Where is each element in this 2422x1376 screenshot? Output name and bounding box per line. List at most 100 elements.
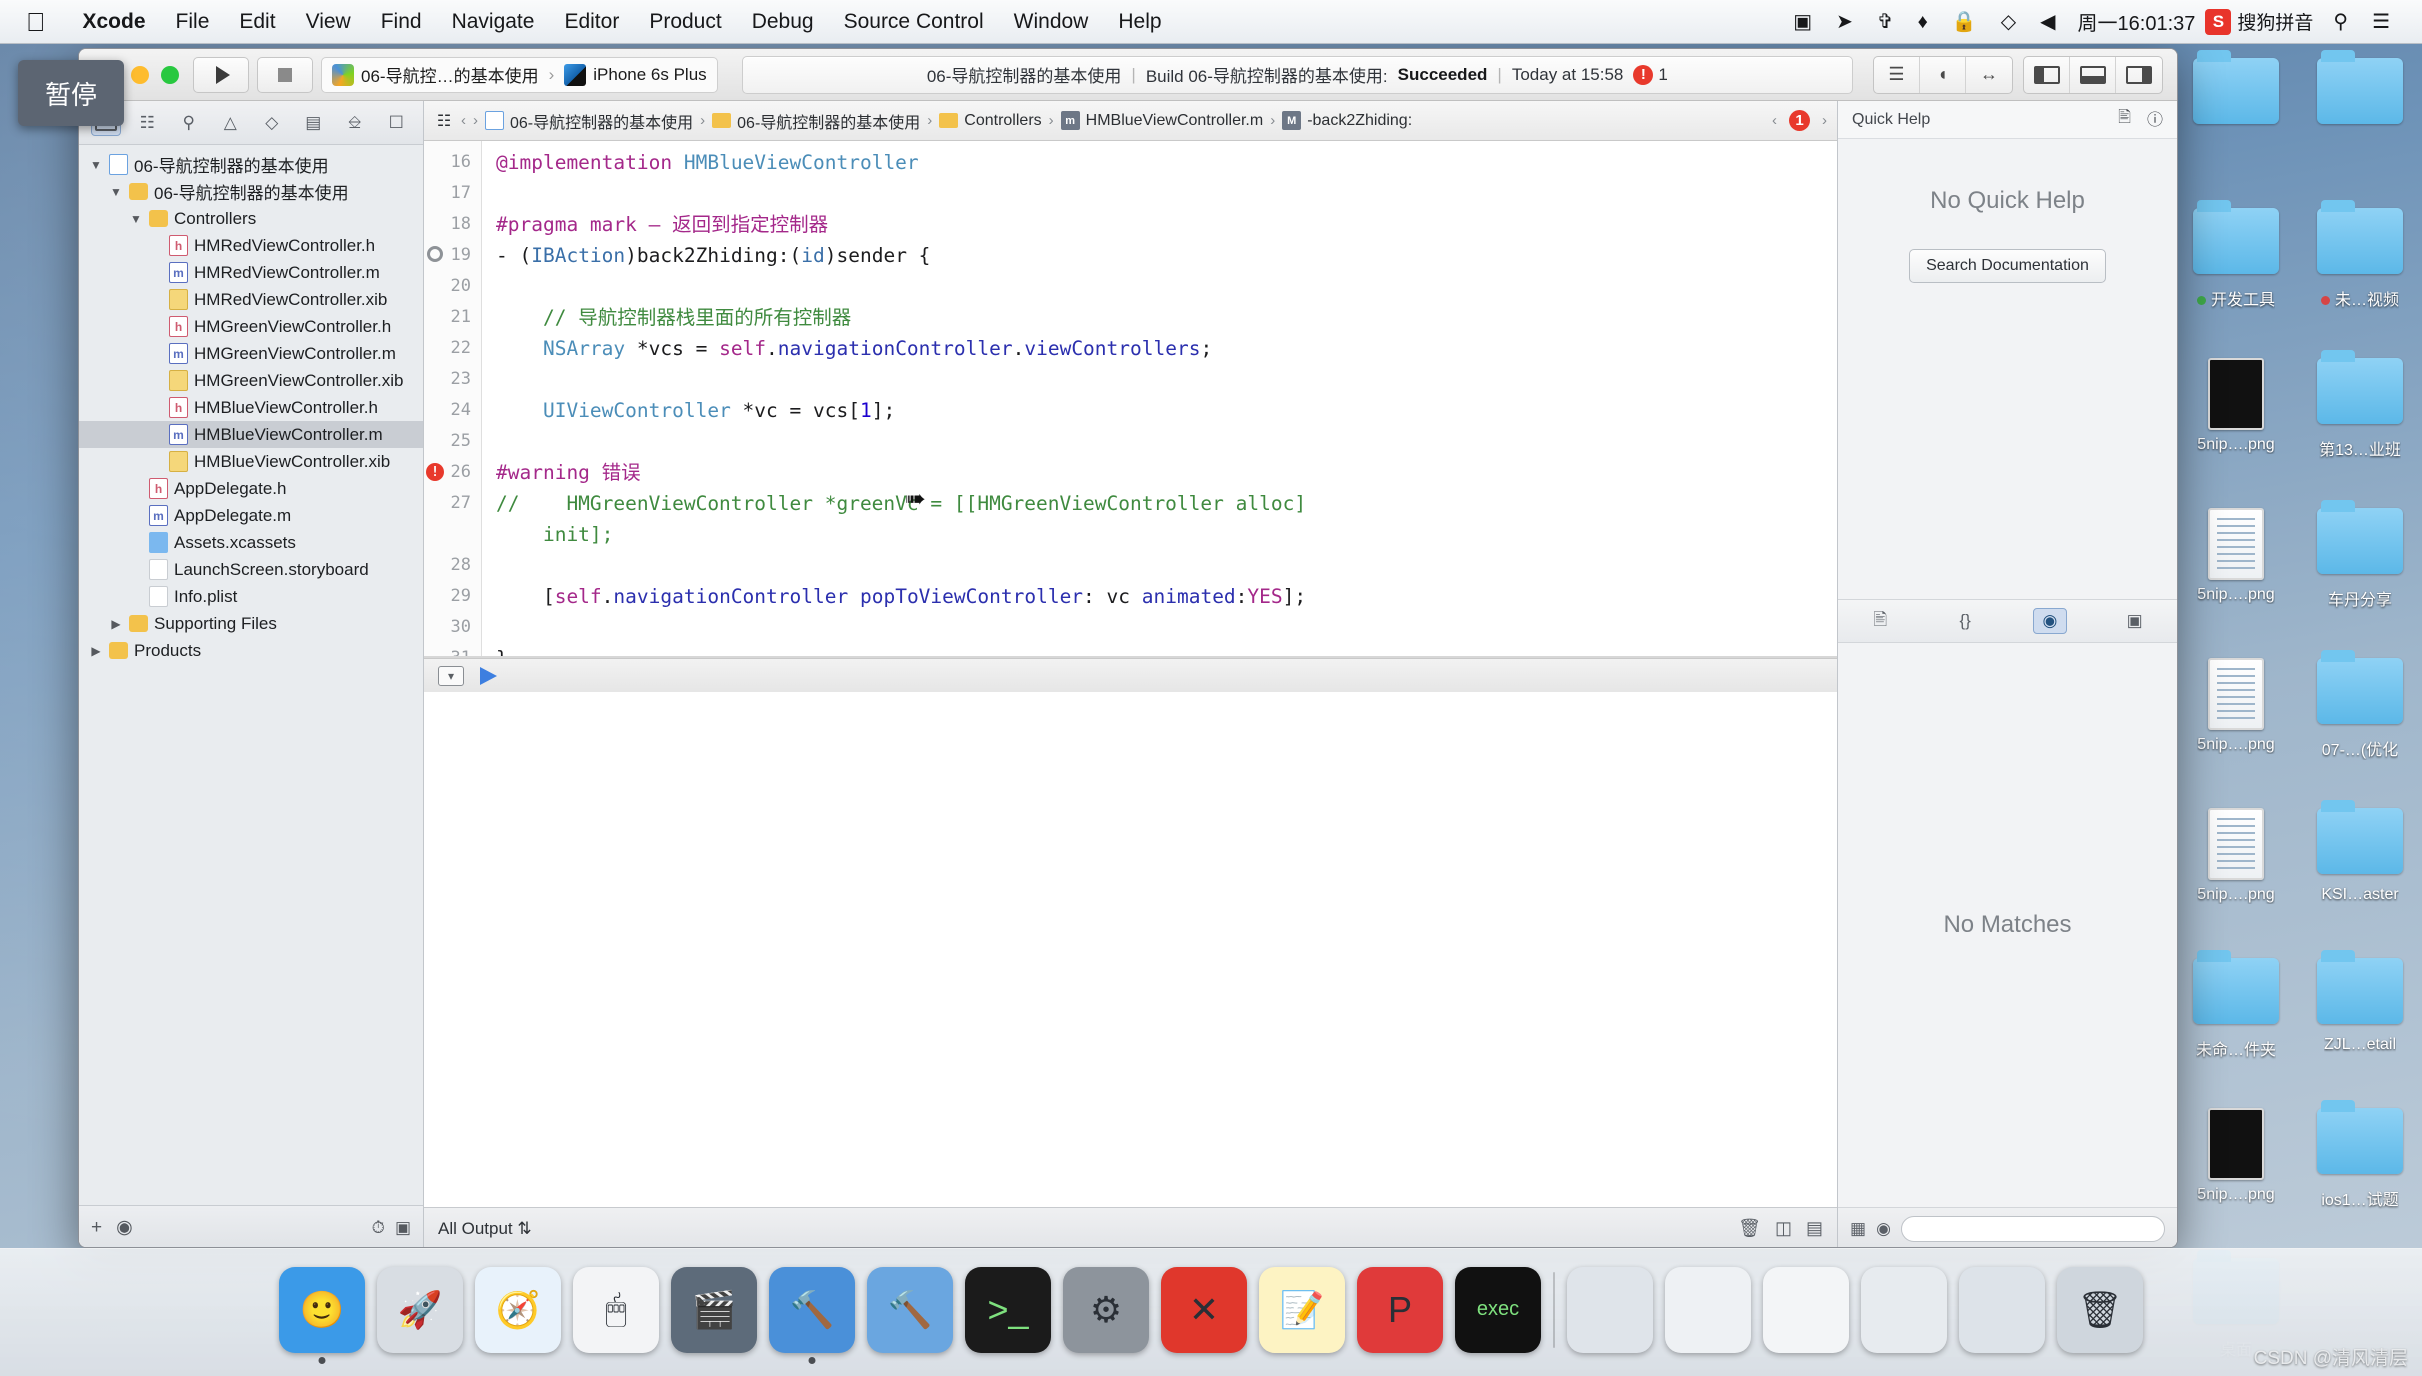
apple-menu-icon[interactable]: 	[26, 9, 46, 35]
trash-icon[interactable]: 🗑	[1738, 1218, 1761, 1239]
disclosure-triangle-icon[interactable]: ▶	[109, 617, 123, 631]
safari-icon[interactable]: 🧭	[475, 1266, 561, 1353]
previous-issue-button[interactable]: ‹	[1772, 112, 1777, 129]
code-line[interactable]: [self.navigationController popToViewCont…	[496, 581, 1837, 612]
launchpad-icon[interactable]: 🚀	[377, 1266, 463, 1353]
file-tree-row[interactable]: ▶ Products	[79, 637, 423, 664]
window-thumb-5[interactable]	[1959, 1266, 2045, 1353]
breadcrumb-item[interactable]: M -back2Zhiding:	[1282, 111, 1412, 130]
breadcrumb-item[interactable]: m HMBlueViewController.m	[1060, 111, 1263, 130]
gutter-line[interactable]: 30	[424, 612, 471, 643]
desktop-icon[interactable]: KSI…aster	[2298, 800, 2422, 954]
file-tree-row[interactable]: h HMGreenViewController.h	[79, 313, 423, 340]
menu-item-product[interactable]: Product	[634, 0, 736, 44]
jump-bar[interactable]: ☷ ‹ › 06-导航控制器的基本使用 › 06-导航控制器的基本使用 › Contro…	[424, 101, 1837, 141]
desktop-icon[interactable]: 开发工具	[2174, 200, 2298, 354]
exec-icon[interactable]: exec	[1455, 1266, 1541, 1353]
menu-item-edit[interactable]: Edit	[224, 0, 290, 44]
issue-count-badge[interactable]: 1	[1789, 110, 1810, 131]
report-navigator-tab[interactable]: ☐	[381, 110, 411, 136]
file-tree-row[interactable]: HMGreenViewController.xib	[79, 367, 423, 394]
gutter-line[interactable]: 28	[424, 550, 471, 581]
add-file-button[interactable]: +	[91, 1217, 102, 1239]
gutter-line[interactable]: 21	[424, 302, 471, 333]
desktop-icon[interactable]: 第13…业班	[2298, 350, 2422, 504]
project-file-tree[interactable]: ▼ 06-导航控制器的基本使用 ▼ 06-导航控制器的基本使用 ▼ Controllers…	[79, 145, 423, 1205]
desktop-icon[interactable]: 5nip….png	[2174, 354, 2298, 504]
source-code-view[interactable]: 16171819202122232425!2627282930313233343…	[424, 141, 1837, 656]
menu-item-view[interactable]: View	[291, 0, 366, 44]
gutter-line[interactable]	[424, 519, 471, 550]
code-line[interactable]	[496, 178, 1837, 209]
terminal-icon[interactable]: >_	[965, 1266, 1051, 1353]
breadcrumb-item[interactable]: Controllers	[939, 112, 1042, 130]
go-forward-button[interactable]: ›	[473, 112, 478, 129]
menu-item-find[interactable]: Find	[366, 0, 437, 44]
file-tree-row[interactable]: m HMBlueViewController.m	[79, 421, 423, 448]
file-tree-row[interactable]: ▼ 06-导航控制器的基本使用	[79, 178, 423, 205]
source-control-navigator-tab[interactable]: ☷	[132, 110, 162, 136]
breadcrumb-item[interactable]: 06-导航控制器的基本使用	[485, 109, 693, 133]
find-navigator-tab[interactable]: ⚲	[174, 110, 204, 136]
window-thumb-3[interactable]	[1763, 1266, 1849, 1353]
document-icon[interactable]: 🖹	[2118, 106, 2131, 133]
gutter-line[interactable]: 17	[424, 178, 471, 209]
file-template-library-tab[interactable]: 🖹	[1863, 608, 1897, 634]
desktop-icon[interactable]: 5nip….png	[2174, 1104, 2298, 1254]
gutter-line[interactable]: 20	[424, 271, 471, 302]
code-line[interactable]: - (IBAction)back2Zhiding:(id)sender {	[496, 240, 1837, 271]
menu-item-navigate[interactable]: Navigate	[437, 0, 550, 44]
code-line[interactable]: init];	[496, 519, 1837, 550]
window-thumb-4[interactable]	[1861, 1266, 1947, 1353]
shield-icon[interactable]: ◇	[1989, 0, 2028, 44]
console-scope-selector[interactable]: All Output ⇅	[438, 1219, 532, 1239]
help-icon[interactable]: ⓘ	[2147, 106, 2163, 133]
code-line[interactable]	[496, 364, 1837, 395]
recent-files-filter-button[interactable]: ⏱	[372, 1218, 385, 1238]
run-button[interactable]	[193, 56, 249, 93]
desktop-icon[interactable]: ios1…试题	[2298, 1100, 2422, 1254]
sourcetree-icon[interactable]: ✕	[1161, 1266, 1247, 1353]
disclosure-triangle-icon[interactable]: ▼	[109, 185, 123, 199]
pause-overlay-badge[interactable]: 暂停	[18, 60, 124, 126]
file-tree-row[interactable]: LaunchScreen.storyboard	[79, 556, 423, 583]
filter-options-button[interactable]: ◉	[116, 1216, 133, 1239]
file-tree-row[interactable]: Info.plist	[79, 583, 423, 610]
window-thumb-2[interactable]	[1665, 1266, 1751, 1353]
disclosure-triangle-icon[interactable]: ▼	[89, 158, 103, 172]
desktop-icon[interactable]	[2298, 50, 2422, 204]
notes-icon[interactable]: 📝	[1259, 1266, 1345, 1353]
search-icon[interactable]: ⚲	[2321, 0, 2360, 44]
desktop-icon[interactable]: 未…视频	[2298, 200, 2422, 354]
search-documentation-button[interactable]: Search Documentation	[1909, 249, 2106, 283]
desktop-icon[interactable]: 5nip….png	[2174, 804, 2298, 954]
code-line[interactable]	[496, 612, 1837, 643]
file-tree-row[interactable]: ▶ Supporting Files	[79, 610, 423, 637]
code-snippet-library-tab[interactable]: {}	[1948, 608, 1982, 634]
desktop-icon[interactable]: 未命…件夹	[2174, 950, 2298, 1104]
code-line[interactable]: UIViewController *vc = vcs[1];	[496, 395, 1837, 426]
send-icon[interactable]: ➤	[1824, 0, 1865, 44]
code-line[interactable]	[496, 271, 1837, 302]
mouse-app-icon[interactable]: 🖱	[573, 1266, 659, 1353]
file-tree-row[interactable]: Assets.xcassets	[79, 529, 423, 556]
editor-mode-segmented[interactable]: ☰ ◖ ↔	[1873, 55, 2013, 94]
gutter-line[interactable]: 31	[424, 643, 471, 656]
version-editor-button[interactable]: ↔	[1966, 57, 2012, 93]
desktop-icon[interactable]: 5nip….png	[2174, 654, 2298, 804]
file-tree-row[interactable]: ▼ 06-导航控制器的基本使用	[79, 151, 423, 178]
minimize-button[interactable]	[131, 65, 149, 84]
breakpoint-navigator-tab[interactable]: ⎒	[340, 110, 370, 136]
object-library-tab[interactable]: ◉	[2032, 608, 2067, 634]
menu-item-editor[interactable]: Editor	[549, 0, 634, 44]
grid-icon[interactable]: ▦	[1850, 1219, 1866, 1239]
gutter-line[interactable]: ! 26	[424, 457, 471, 488]
quicktime-icon[interactable]: 🎬	[671, 1266, 757, 1353]
gutter-line[interactable]: 27	[424, 488, 471, 519]
console-output-area[interactable]	[424, 692, 1837, 1207]
finder-icon[interactable]: 🙂	[279, 1266, 365, 1353]
error-marker[interactable]: !	[426, 463, 444, 481]
scheme-selector[interactable]: 06-导航控…的基本使用 › iPhone 6s Plus	[321, 56, 718, 93]
menu-clock[interactable]: 周一16:01:37	[2068, 7, 2206, 36]
file-tree-row[interactable]: m HMGreenViewController.m	[79, 340, 423, 367]
